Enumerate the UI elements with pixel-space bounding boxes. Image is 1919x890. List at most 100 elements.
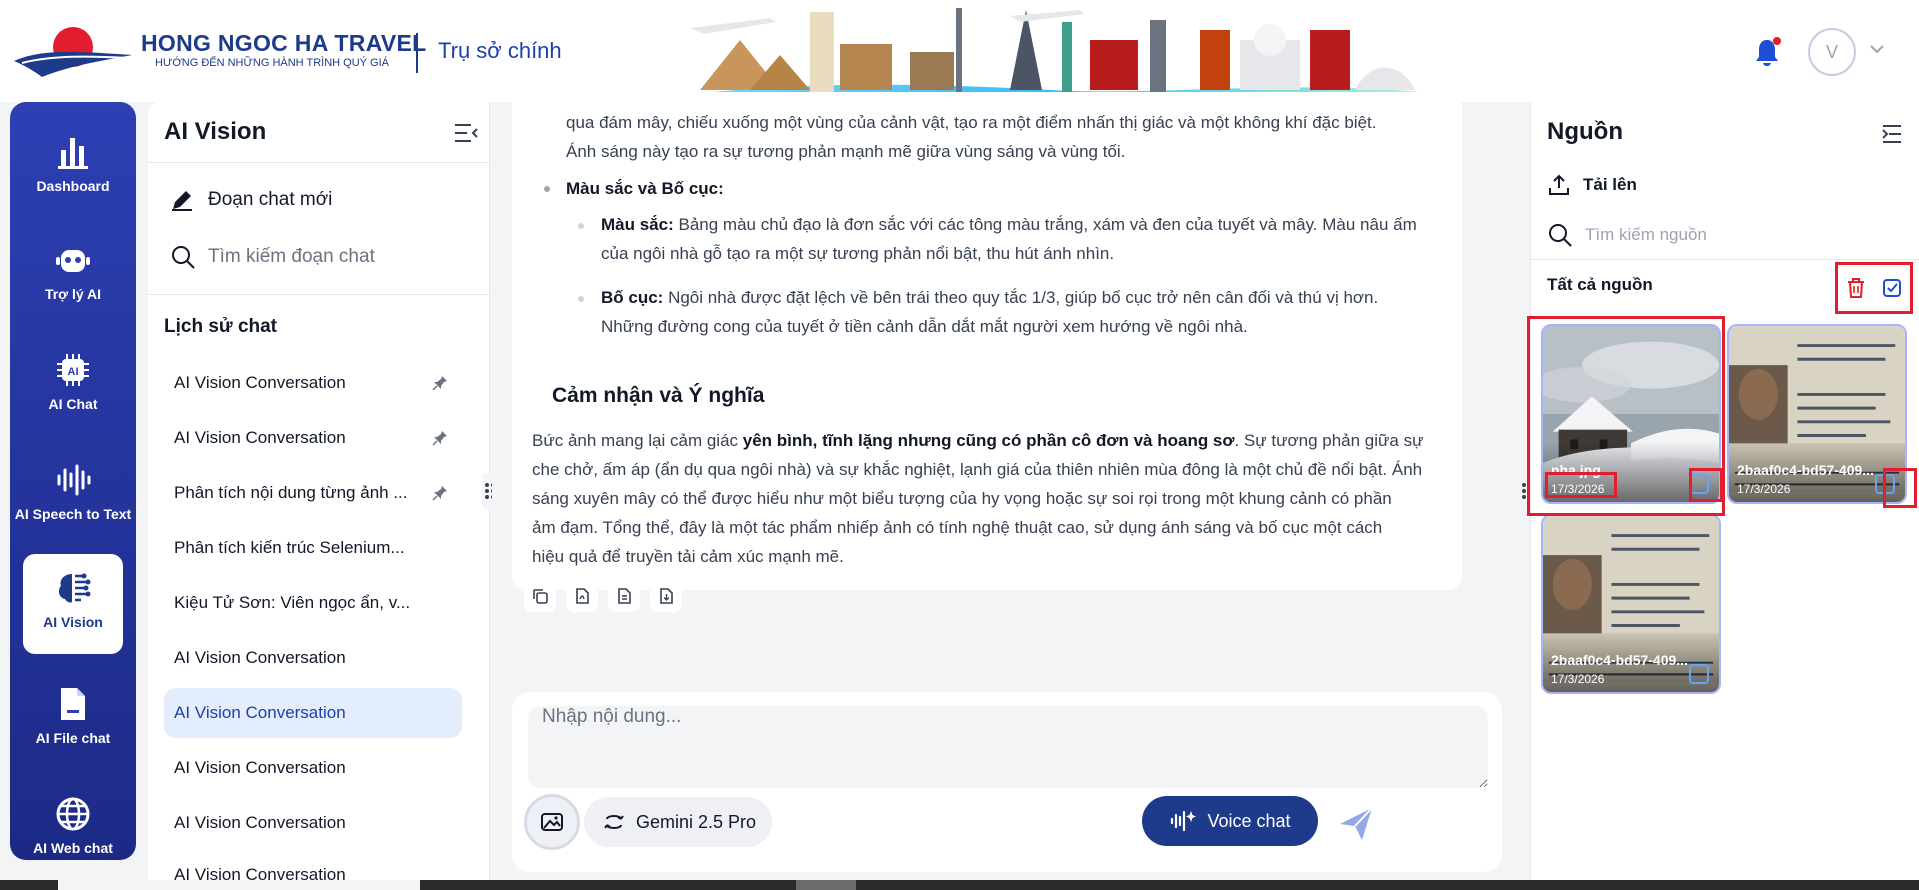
chat-history-panel: AI Vision Đoạn chat mới Tìm kiếm đoạn ch… [148, 102, 490, 880]
app-window: HONG NGOC HA TRAVEL HƯỚNG ĐẾN NHỮNG HÀNH… [0, 0, 1919, 890]
nav-dashboard[interactable]: Dashboard [10, 132, 136, 195]
history-section-title: Lịch sử chat [164, 316, 278, 337]
history-item[interactable]: AI Vision Conversation [164, 358, 462, 408]
history-item[interactable]: AI Vision Conversation [164, 633, 462, 683]
source-checkbox[interactable] [1689, 664, 1709, 684]
os-taskbar [0, 880, 1919, 890]
copy-button[interactable] [524, 580, 556, 612]
pin-icon[interactable] [432, 485, 448, 501]
message-text: ảm đạm. Tổng thể, đây là một tác phẩm nh… [532, 518, 1383, 537]
pdf-file-icon [576, 588, 589, 604]
message-input[interactable] [528, 706, 1488, 788]
chat-search-field[interactable]: Tìm kiếm đoạn chat [170, 239, 375, 275]
nav-label: Trợ lý AI [44, 286, 102, 302]
sound-wave-icon [57, 464, 91, 496]
pen-icon [172, 191, 192, 211]
new-chat-button[interactable]: Đoạn chat mới [170, 182, 332, 218]
upload-icon [1549, 174, 1569, 195]
voice-chat-button[interactable]: Voice chat [1142, 796, 1318, 846]
message-text: Bố cục: Ngôi nhà được đặt lệch về bên tr… [601, 283, 1451, 312]
branch-selector[interactable]: Trụ sở chính [438, 38, 562, 64]
nav-ai-file-chat[interactable]: AI File chat [10, 684, 136, 747]
source-search-placeholder: Tìm kiếm nguồn [1585, 225, 1707, 244]
history-item[interactable]: AI Vision Conversation [164, 413, 462, 463]
pin-icon[interactable] [432, 375, 448, 391]
switch-model-icon [604, 815, 624, 829]
user-avatar[interactable]: V [1808, 28, 1856, 76]
new-chat-label: Đoạn chat mới [208, 189, 333, 210]
search-icon [1549, 224, 1572, 247]
history-item[interactable]: Phân tích nội dung từng ảnh ... [164, 468, 462, 518]
bullet [544, 186, 550, 192]
history-item[interactable]: Kiệu Tử Sơn: Viên ngọc ẩn, v... [164, 578, 462, 628]
message-text: của ngôi nhà gỗ tạo ra một sự tương phản… [601, 244, 1115, 263]
globe-icon [56, 797, 90, 831]
message-actions [524, 580, 682, 612]
nav-ai-speech-to-text[interactable]: AI Speech to Text [10, 460, 136, 523]
message-text: Màu sắc: Bảng màu chủ đạo là đơn sắc với… [601, 210, 1451, 239]
upload-button[interactable]: Tải lên [1547, 170, 1637, 200]
history-item[interactable]: Phân tích kiến trúc Selenium... [164, 523, 462, 573]
trash-icon[interactable] [1846, 277, 1866, 299]
upload-label: Tải lên [1583, 175, 1637, 194]
document-icon [618, 588, 631, 604]
nav-label: Dashboard [36, 178, 110, 194]
annotation-highlight [1883, 468, 1917, 508]
history-item-label: AI Vision Conversation [174, 428, 346, 447]
history-item-label: AI Vision Conversation [174, 703, 346, 722]
message-text: Bức ảnh mang lại cảm giác yên bình, tĩnh… [532, 426, 1452, 455]
brain-icon [58, 573, 91, 603]
source-file-card[interactable]: 2baaf0c4-bd57-409... 17/3/2026 [1727, 324, 1907, 504]
nav-label: AI Chat [48, 396, 98, 412]
brand-logo [14, 27, 132, 77]
nav-label: AI Speech to Text [14, 506, 132, 522]
download-file-icon [660, 588, 673, 604]
attach-image-button[interactable] [524, 794, 580, 850]
message-text: Bức ảnh mang lại cảm giác [532, 431, 743, 450]
history-item-label: AI Vision Conversation [174, 865, 346, 880]
history-item[interactable]: AI Vision Conversation [164, 853, 462, 880]
taskbar-window[interactable] [796, 880, 856, 890]
collapse-panel-icon[interactable] [1881, 120, 1909, 148]
divider [148, 294, 490, 295]
main-nav: Dashboard Trợ lý AI AI AI Chat AI Speech… [10, 102, 136, 860]
download-button[interactable] [650, 580, 682, 612]
send-icon[interactable] [1336, 804, 1376, 844]
select-all-checkbox-icon[interactable] [1882, 278, 1902, 298]
export-doc-button[interactable] [608, 580, 640, 612]
message-label: Màu sắc: [601, 215, 674, 234]
message-composer: Gemini 2.5 Pro Voice chat [512, 692, 1502, 872]
nav-ai-chat[interactable]: AI AI Chat [10, 350, 136, 413]
source-file-card[interactable]: 2baaf0c4-bd57-409... 17/3/2026 [1541, 514, 1721, 694]
panel-title: AI Vision [164, 118, 267, 145]
model-label: Gemini 2.5 Pro [636, 811, 757, 832]
sources-panel: Nguồn Tải lên Tìm kiếm nguồn Tất cả nguồ… [1527, 102, 1919, 880]
history-item[interactable]: AI Vision Conversation [164, 798, 462, 848]
bullet [578, 223, 584, 229]
history-item[interactable]: AI Vision Conversation [164, 743, 462, 793]
pin-icon[interactable] [432, 430, 448, 446]
source-file-name: 2baaf0c4-bd57-409... [1737, 462, 1874, 478]
taskbar-window[interactable] [58, 880, 420, 890]
model-selector[interactable]: Gemini 2.5 Pro [584, 797, 772, 847]
history-item-label: AI Vision Conversation [174, 648, 346, 667]
export-pdf-button[interactable] [566, 580, 598, 612]
source-search-field[interactable]: Tìm kiếm nguồn [1547, 218, 1707, 252]
landmarks-banner [680, 8, 1420, 102]
image-icon [541, 813, 563, 831]
collapse-sidebar-icon[interactable] [453, 120, 479, 146]
chat-search-placeholder: Tìm kiếm đoạn chat [208, 246, 375, 267]
divider [1531, 259, 1919, 260]
nav-label: AI Vision [43, 614, 103, 630]
panel-title: Nguồn [1547, 118, 1623, 145]
source-file-date: 17/3/2026 [1551, 672, 1605, 686]
notification-bell-icon[interactable] [1752, 36, 1782, 68]
nav-ai-web-chat[interactable]: AI Web chat [10, 794, 136, 857]
annotation-highlight [1545, 472, 1617, 498]
chevron-down-icon[interactable] [1868, 40, 1886, 58]
history-item-active[interactable]: AI Vision Conversation [164, 688, 462, 738]
nav-ai-vision[interactable]: AI Vision [23, 554, 123, 654]
nav-ai-assistant[interactable]: Trợ lý AI [10, 240, 136, 303]
history-item-label: Phân tích kiến trúc Selenium... [174, 538, 405, 557]
divider [148, 162, 490, 163]
